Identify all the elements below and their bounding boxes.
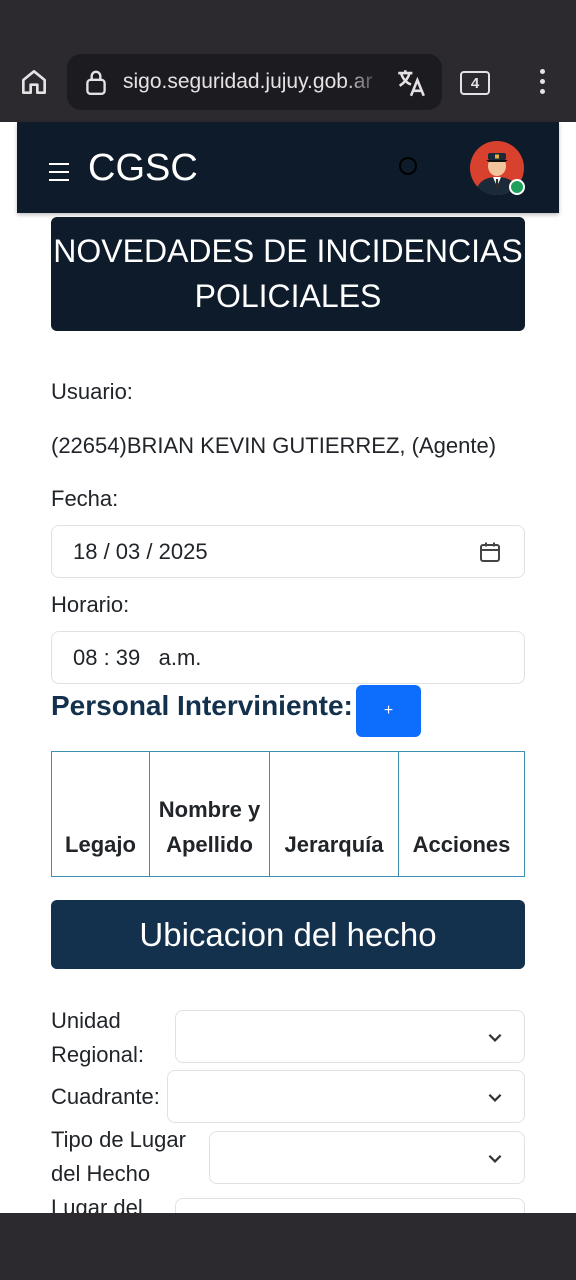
location-section-header: Ubicacion del hecho [51, 900, 525, 969]
page-title: NOVEDADES DE INCIDENCIAS POLICIALES [51, 217, 525, 331]
tipo-lugar-select[interactable] [209, 1131, 525, 1184]
user-value: (22654)BRIAN KEVIN GUTIERREZ, (Agente) [51, 433, 497, 458]
url-text: sigo.seguridad.jujuy.gob.ar [123, 70, 373, 93]
browser-toolbar: sigo.seguridad.jujuy.gob.ar 4 [0, 0, 576, 122]
translate-icon[interactable] [394, 66, 428, 100]
cuadrante-label: Cuadrante: [51, 1084, 160, 1109]
chevron-down-icon [488, 1154, 502, 1163]
time-label: Horario: [51, 592, 130, 617]
home-icon[interactable] [14, 62, 54, 102]
calendar-icon[interactable] [478, 540, 502, 564]
chevron-down-icon [488, 1033, 502, 1042]
column-header-legajo: Legajo [52, 752, 150, 876]
address-bar[interactable]: sigo.seguridad.jujuy.gob.ar [67, 54, 442, 110]
cuadrante-select[interactable] [167, 1070, 525, 1123]
time-input[interactable]: 08 : 39 a.m. [51, 631, 525, 684]
date-input[interactable]: 18 / 03 / 2025 [51, 525, 525, 578]
unidad-regional-label: Unidad Regional: [51, 1008, 144, 1067]
unidad-regional-select[interactable] [175, 1010, 525, 1063]
tipo-lugar-label: Tipo de Lugar del Hecho [51, 1127, 186, 1186]
app-navbar: CGSC [17, 122, 559, 213]
personal-table: Legajo Nombre y Apellido Jerarquía Accio… [51, 751, 525, 877]
online-status-badge [509, 179, 525, 195]
column-header-nombre: Nombre y Apellido [150, 752, 270, 876]
chevron-down-icon [488, 1093, 502, 1102]
date-value: 18 / 03 / 2025 [73, 539, 208, 564]
user-label: Usuario: [51, 379, 133, 404]
date-label: Fecha: [51, 486, 119, 511]
lock-icon [86, 70, 106, 96]
brand-title[interactable]: CGSC [88, 147, 198, 190]
more-vert-icon[interactable] [532, 66, 552, 98]
tabs-icon[interactable]: 4 [460, 71, 490, 95]
time-value: 08 : 39 a.m. [73, 645, 202, 670]
add-personal-button[interactable]: + [356, 685, 421, 737]
system-navigation-bar [0, 1213, 576, 1280]
column-header-acciones: Acciones [412, 832, 511, 857]
theme-toggle-icon[interactable] [399, 157, 417, 175]
column-header-jerarquia: Jerarquía [270, 752, 399, 876]
personal-heading: Personal Interviniente: [51, 690, 353, 721]
hamburger-icon[interactable] [49, 163, 69, 181]
